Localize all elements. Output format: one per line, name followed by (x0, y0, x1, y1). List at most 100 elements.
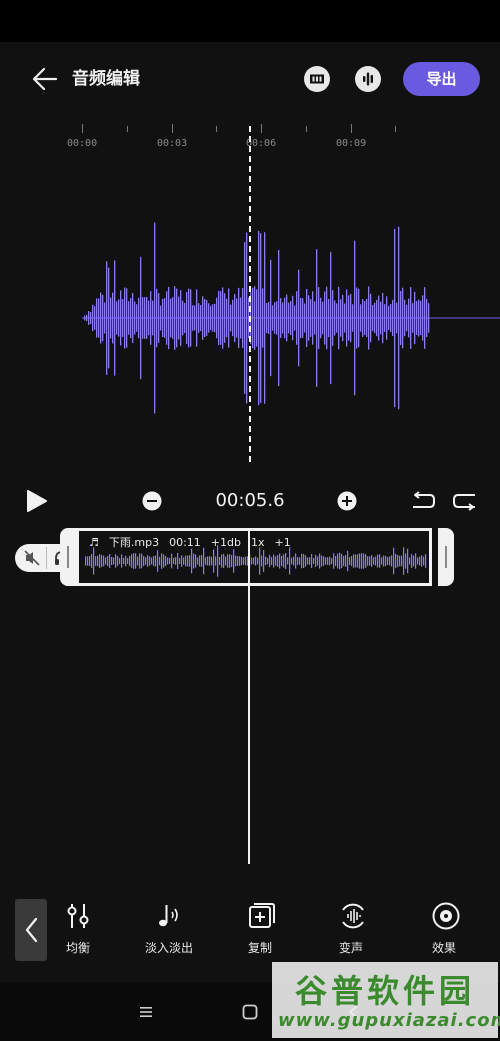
waveform-bar (402, 287, 404, 349)
back-button[interactable] (30, 64, 60, 94)
waveform-bar (132, 292, 134, 344)
tool-fade[interactable]: 淡入淡出 (134, 899, 204, 959)
clip-waveform-bar (353, 554, 355, 568)
clip-waveform-bar (85, 556, 87, 566)
clip-waveform-bar (107, 555, 109, 567)
clip-waveform-bar (311, 553, 313, 569)
clip-waveform-bar (121, 554, 123, 568)
clip-waveform-bar (95, 556, 97, 566)
waveform-bar (306, 288, 308, 348)
equalizer-icon (67, 904, 89, 928)
waveform-bar (116, 301, 118, 335)
waveform-bar (148, 300, 150, 336)
waveform-bar (288, 302, 290, 334)
waveform-bar (386, 296, 388, 340)
waveform-bar (188, 288, 190, 348)
zoom-in-button[interactable] (337, 491, 357, 515)
clip-waveform-bar (259, 547, 261, 575)
waveform-bar (426, 298, 428, 338)
clip-waveform-bar (269, 554, 271, 568)
clip-waveform-bar (397, 554, 399, 568)
waveform-bar (406, 304, 408, 332)
waveform-bar (396, 302, 398, 334)
clip-waveform-bar (377, 554, 379, 568)
waveform-bar (298, 269, 300, 367)
waveform-bar (316, 249, 318, 387)
tool-copy[interactable]: 复制 (225, 899, 295, 959)
clip-waveform-bar (167, 557, 169, 565)
clip-waveform-bar (287, 557, 289, 565)
waveform-bar (276, 301, 278, 335)
waveform-view-button[interactable] (355, 66, 381, 92)
clip-waveform-bar (181, 555, 183, 567)
waveform-bar (322, 301, 324, 335)
play-button[interactable] (24, 489, 48, 517)
track-playhead[interactable] (248, 528, 250, 864)
waveform-bar (400, 290, 402, 346)
clip-waveform-bar (175, 557, 177, 565)
waveform-bar (198, 303, 200, 333)
clip-waveform-bar (399, 555, 401, 567)
waveform-bar (300, 297, 302, 339)
watermark-url: www.gupuxiazai.com (278, 1010, 500, 1031)
audio-clip[interactable]: ♬ 下雨.mp3 00:11 +1db 1x +1 (76, 528, 432, 586)
export-button[interactable]: 导出 (403, 62, 480, 96)
clip-waveform-bar (275, 556, 277, 566)
status-bar (0, 0, 500, 42)
tool-label: 淡入淡出 (144, 941, 193, 955)
waveform-bar (212, 304, 214, 332)
clip-waveform-bar (403, 547, 405, 575)
clip-waveform-bar (197, 557, 199, 565)
clip-waveform-bar (245, 556, 247, 566)
undo-button[interactable] (410, 490, 436, 516)
clip-waveform-bar (415, 553, 417, 569)
ruler-label: 00:09 (336, 138, 367, 149)
clip-left-handle[interactable] (60, 528, 76, 586)
clip-waveform-bar (229, 554, 231, 568)
waveform-bar (162, 298, 164, 338)
clip-waveform-bar (91, 553, 93, 569)
recent-apps-button[interactable] (138, 1004, 154, 1024)
trim-view-button[interactable] (304, 66, 330, 92)
clip-waveform-bar (171, 553, 173, 569)
clip-waveform-bar (285, 553, 287, 569)
waveform-bar (296, 291, 298, 345)
home-button[interactable] (241, 1003, 259, 1025)
tool-voice-change[interactable]: 变声 (316, 899, 386, 959)
mute-button[interactable] (23, 549, 41, 571)
clip-waveform-bar (265, 556, 267, 566)
waveform-bar (314, 301, 316, 335)
playhead-dashed-line[interactable] (249, 126, 251, 464)
clip-waveform-bar (371, 555, 373, 567)
waveform-bar (234, 293, 236, 343)
clip-waveform-bar (227, 554, 229, 568)
clip-waveform-bar (117, 556, 119, 566)
waveform-bar (190, 289, 192, 347)
tool-equalizer[interactable]: 均衡 (43, 899, 113, 959)
waveform-bar (330, 251, 332, 385)
waveform-bar (128, 301, 130, 335)
waveform-bar (140, 256, 142, 380)
clip-waveform-bar (113, 557, 115, 565)
waveform-bar (324, 291, 326, 345)
zoom-out-button[interactable] (142, 491, 162, 515)
waveform-bar (422, 295, 424, 341)
waveform-bar (142, 297, 144, 339)
tool-effect[interactable]: 效果 (409, 899, 479, 959)
clip-waveform-bar (419, 556, 421, 566)
clip-waveform-bar (367, 556, 369, 566)
clip-waveform-bar (345, 555, 347, 567)
waveform-bar (294, 305, 296, 331)
waveform-bar (156, 288, 158, 348)
waveform-bar (112, 292, 114, 344)
redo-button[interactable] (452, 490, 478, 516)
waveform-bar (94, 306, 96, 330)
waveform-bar (196, 289, 198, 347)
clip-waveform-bar (347, 550, 349, 572)
waveform-bar (354, 240, 356, 396)
waveform-bar (214, 303, 216, 333)
waveform-bar (208, 303, 210, 333)
waveform-bar (100, 292, 102, 344)
clip-right-handle[interactable] (438, 528, 454, 586)
clip-waveform-bar (119, 557, 121, 565)
